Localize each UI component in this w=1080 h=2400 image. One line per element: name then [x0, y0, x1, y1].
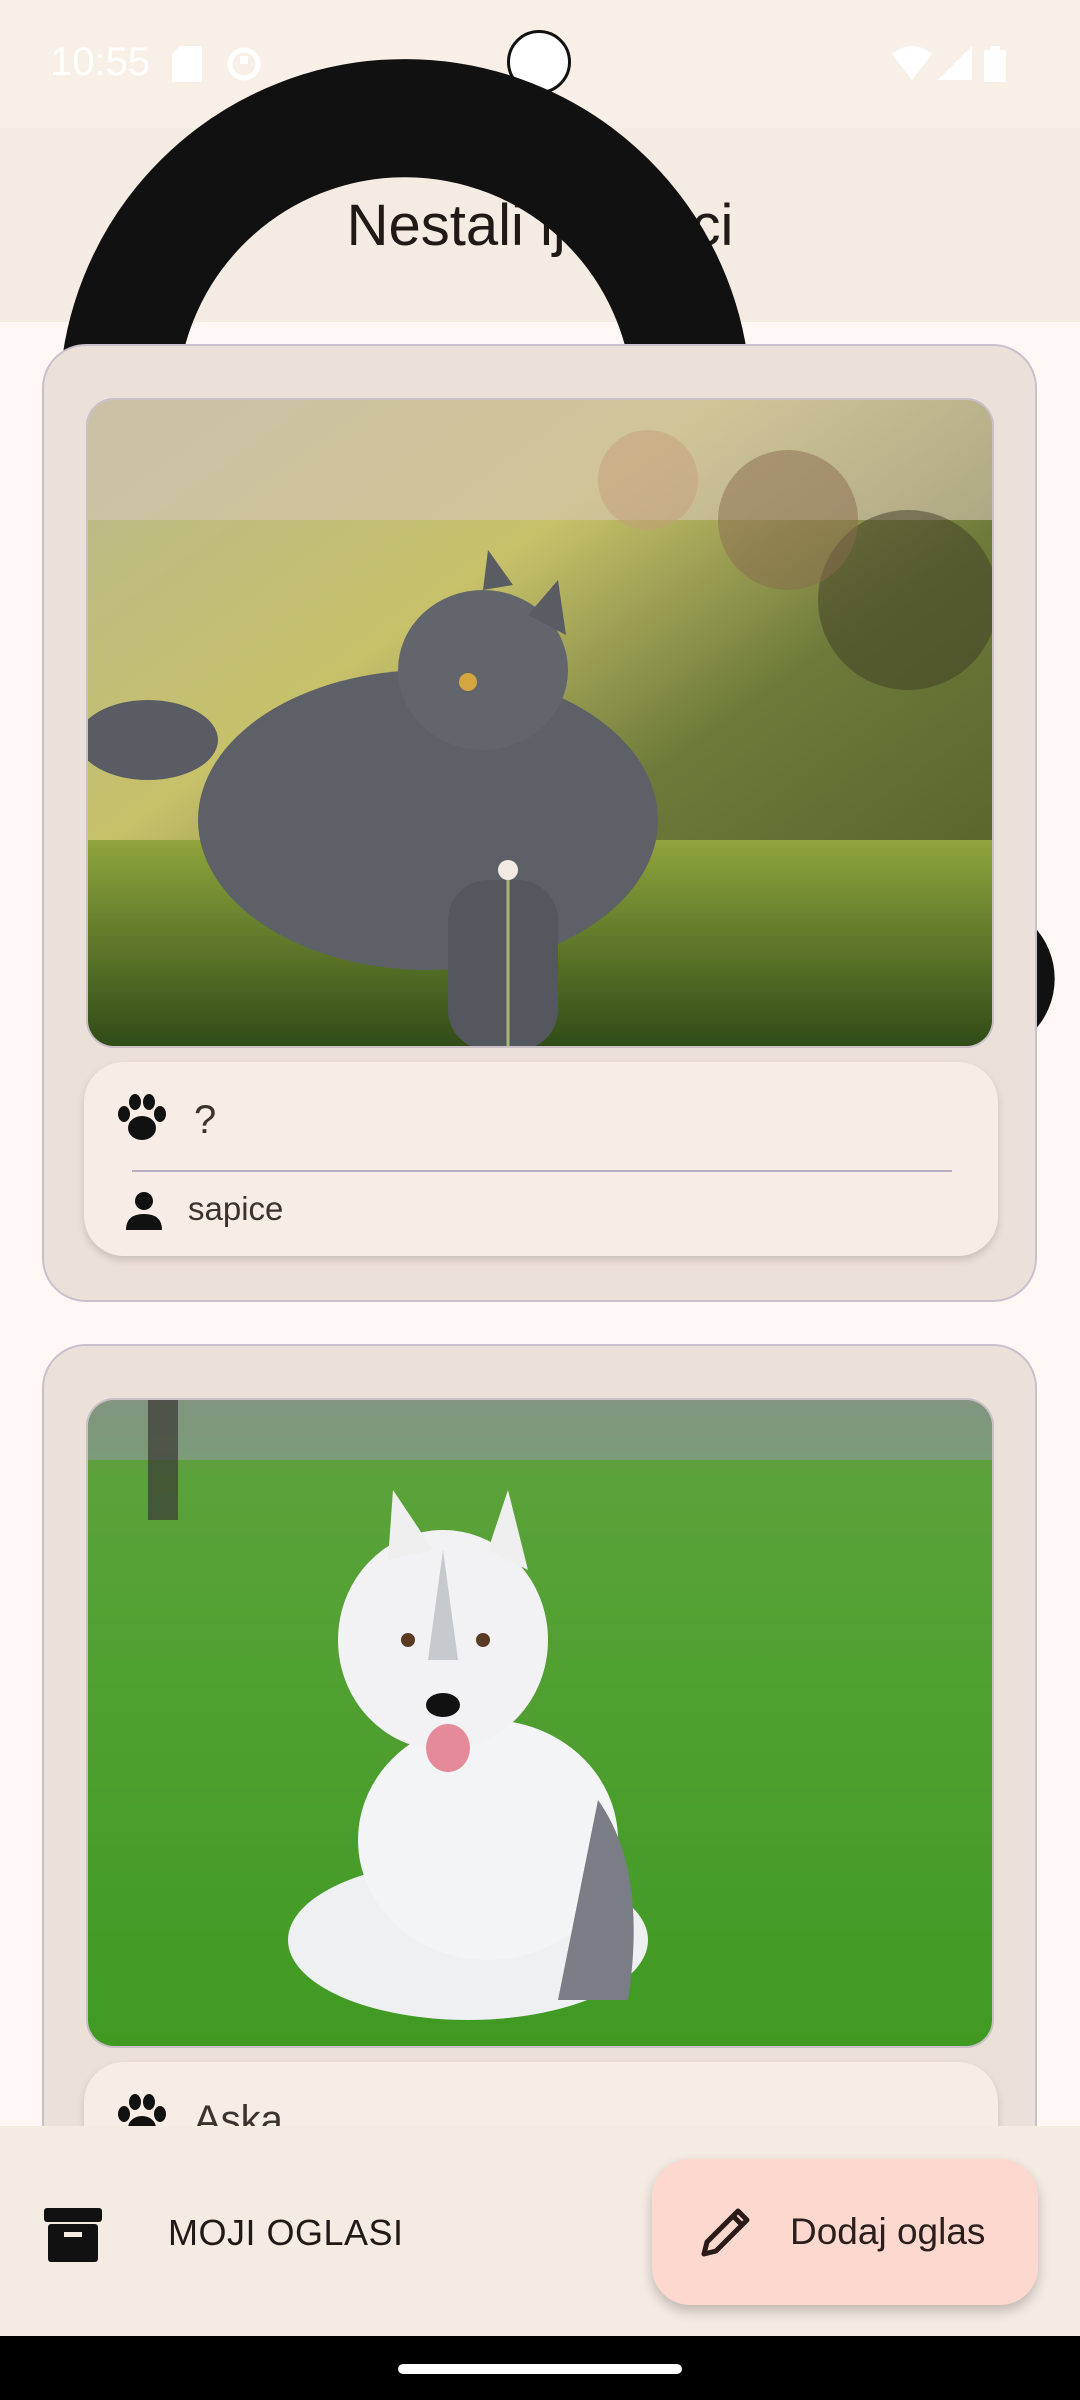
add-ad-fab[interactable]: Dodaj oglas: [652, 2159, 1038, 2305]
my-ads-button[interactable]: MOJI OGLASI: [168, 2212, 404, 2254]
system-nav-bar: [0, 2336, 1080, 2400]
paw-icon: [118, 1094, 166, 1140]
cat-photo-image: [88, 400, 992, 1046]
pet-photo: [86, 1398, 994, 2048]
listing-info: ? sapice: [84, 1062, 998, 1256]
archive-icon[interactable]: [42, 2204, 104, 2266]
dog-photo-image: [88, 1400, 992, 2046]
person-icon: [126, 1192, 162, 1230]
owner-name: sapice: [188, 1190, 284, 1227]
gesture-handle[interactable]: [398, 2364, 682, 2374]
bottom-app-bar: MOJI OGLASI Dodaj oglas: [0, 2126, 1080, 2336]
add-ad-label: Dodaj oglas: [790, 2211, 986, 2252]
pet-photo: [86, 398, 994, 1048]
listing-card[interactable]: ? sapice: [42, 344, 1037, 1302]
pet-name: ?: [194, 1098, 217, 1142]
divider: [132, 1170, 952, 1172]
pencil-icon: [701, 2208, 750, 2257]
